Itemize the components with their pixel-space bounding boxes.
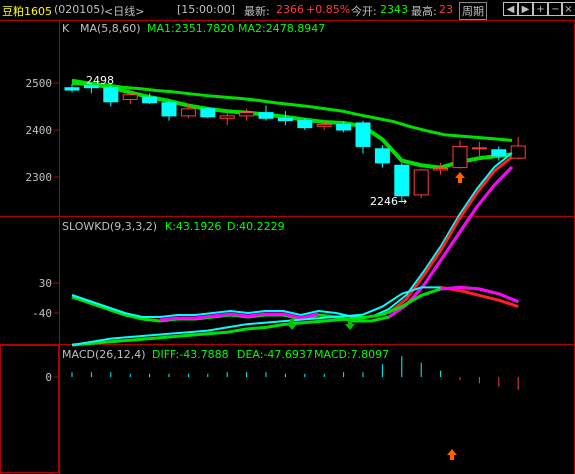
ma2-path xyxy=(71,78,513,142)
candle-body xyxy=(161,102,177,117)
y-tick-label: -40 xyxy=(32,307,52,320)
y-tick-label: 0 xyxy=(45,371,52,384)
candle-body xyxy=(200,108,216,118)
up-arrow-icon xyxy=(447,449,457,460)
candle-body xyxy=(239,112,255,117)
candle-body xyxy=(122,94,138,100)
candle-body xyxy=(394,164,410,197)
candle-body xyxy=(491,149,507,157)
candle-body xyxy=(510,145,526,159)
candle-body xyxy=(277,117,293,122)
candle-body xyxy=(258,112,274,119)
candlesticks xyxy=(64,83,526,203)
candle-body xyxy=(433,168,449,171)
kd-k-line-base xyxy=(71,152,513,318)
candle-body xyxy=(336,123,352,131)
candle-body xyxy=(297,120,313,129)
candle-body xyxy=(413,169,429,196)
macd-axis-box xyxy=(0,345,59,473)
candle-body xyxy=(142,96,158,104)
slowkd-lines xyxy=(71,152,514,323)
candle-body xyxy=(355,122,371,147)
y-tick-label: 30 xyxy=(39,277,52,290)
candle-body xyxy=(452,145,468,169)
high-marker-label: 2498 xyxy=(86,74,114,87)
candle-body xyxy=(219,115,235,119)
low-marker-label: 2246→ xyxy=(370,195,408,208)
candle-body xyxy=(374,148,390,164)
ma1-path xyxy=(71,81,519,170)
candle-body xyxy=(103,87,119,103)
candle-body xyxy=(180,108,196,117)
up-arrow-icon xyxy=(455,172,465,183)
candle-body xyxy=(316,123,332,127)
y-tick-label: 2500 xyxy=(26,77,53,90)
ma1-line xyxy=(71,81,519,170)
y-axis-ticks: 2500 2400 2300 30 0 -40 xyxy=(26,77,60,384)
ma2-line xyxy=(71,78,513,142)
chart-canvas[interactable]: 2500 2400 2300 30 0 -40 xyxy=(0,0,575,474)
y-tick-label: 2400 xyxy=(26,124,53,137)
candle-body xyxy=(471,147,487,150)
y-tick-label: 2300 xyxy=(26,171,53,184)
macd-lines xyxy=(71,285,519,390)
candle-body xyxy=(64,87,80,91)
